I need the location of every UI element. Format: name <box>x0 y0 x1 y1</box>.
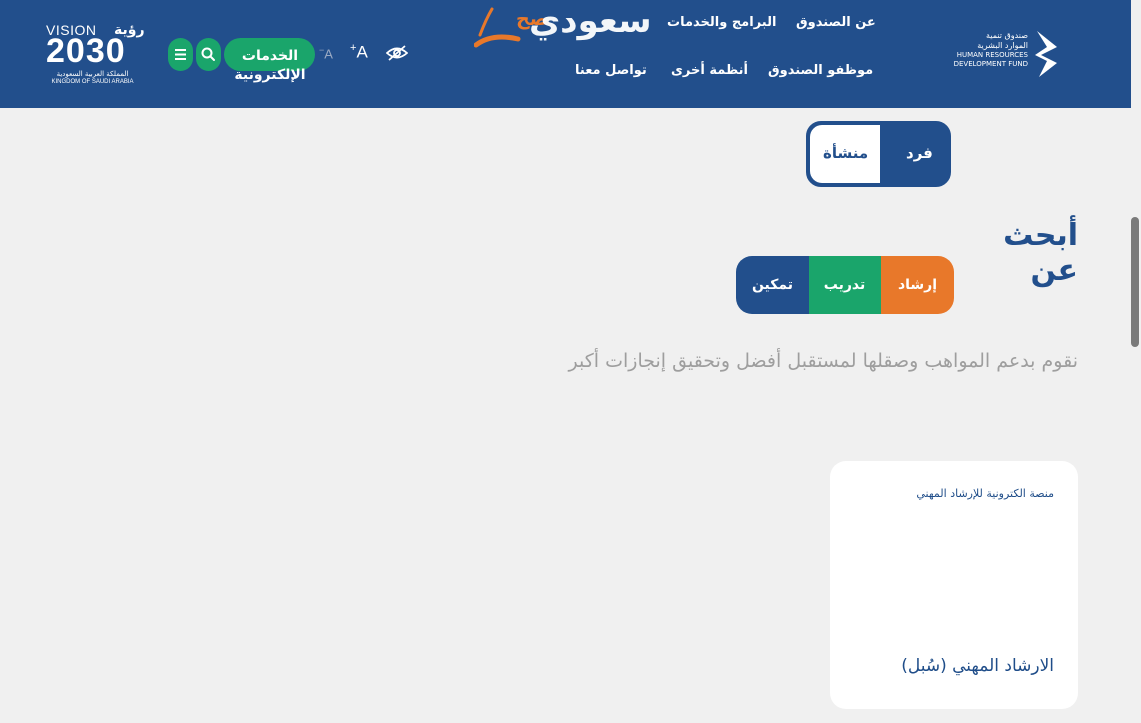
menu-icon <box>175 49 186 60</box>
search-button[interactable] <box>196 38 221 71</box>
card-subtitle: منصة الكترونية للإرشاد المهني <box>916 487 1054 500</box>
font-decrease-label: A <box>324 46 333 62</box>
search-icon <box>201 47 215 61</box>
eservices-label-line1[interactable]: الخدمات <box>228 45 312 67</box>
logo-en-line1: HUMAN RESOURCES <box>956 51 1028 59</box>
tagline: نقوم بدعم المواهب وصقلها لمستقبل أفضل وت… <box>568 350 1078 372</box>
page-title: أبحث عن <box>1003 218 1078 288</box>
tab-empowerment[interactable]: تمكين <box>736 256 809 314</box>
hrdf-logo[interactable]: صندوق تنمية الموارد البشرية HUMAN RESOUR… <box>946 25 1061 81</box>
nav-programs[interactable]: البرامج والخدمات <box>667 15 776 30</box>
segment-individual[interactable]: فرد <box>906 144 933 162</box>
font-increase-label: A <box>356 42 368 62</box>
hide-eye-icon[interactable] <box>385 44 409 62</box>
watermark: صح سعودي <box>474 1 674 53</box>
service-card[interactable]: منصة الكترونية للإرشاد المهني الارشاد ال… <box>830 461 1078 709</box>
tab-training[interactable]: تدريب <box>808 256 881 314</box>
scrollbar-thumb[interactable] <box>1131 217 1139 347</box>
vision-2030-logo[interactable]: VISION رؤية 2030 المملكة العربية السعودي… <box>44 22 145 88</box>
vision-sub-en: KINGDOM OF SAUDI ARABIA <box>51 79 134 85</box>
nav-contact[interactable]: تواصل معنا <box>575 63 647 78</box>
logo-ar-line1: صندوق تنمية <box>986 31 1028 40</box>
scrollbar-track[interactable] <box>1131 0 1141 723</box>
hrdf-logo-text: صندوق تنمية الموارد البشرية HUMAN RESOUR… <box>944 31 1028 69</box>
menu-button[interactable] <box>168 38 193 71</box>
nav-other-systems[interactable]: أنظمة أخرى <box>671 63 748 78</box>
nav-about[interactable]: عن الصندوق <box>796 15 876 30</box>
vision-year: 2030 <box>46 32 126 70</box>
vision-sub-ar: المملكة العربية السعودية <box>56 70 129 78</box>
card-title[interactable]: الارشاد المهني (سُبل) <box>901 656 1054 676</box>
watermark-text: سعودي <box>529 1 652 41</box>
logo-en-line2: DEVELOPMENT FUND <box>953 60 1028 68</box>
logo-ar-line2: الموارد البشرية <box>977 41 1028 50</box>
font-increase-button[interactable]: A+ <box>350 42 368 63</box>
category-tabs: إرشاد تدريب تمكين <box>736 256 954 314</box>
hrdf-logo-icon <box>1035 31 1057 77</box>
font-decrease-button[interactable]: A− <box>319 45 333 61</box>
nav-employees[interactable]: موظفو الصندوق <box>768 63 873 78</box>
segment-establishment[interactable]: منشأة <box>823 144 868 162</box>
eservices-label-line2[interactable]: الإلكترونية <box>228 67 312 83</box>
tab-guidance[interactable]: إرشاد <box>881 256 954 314</box>
